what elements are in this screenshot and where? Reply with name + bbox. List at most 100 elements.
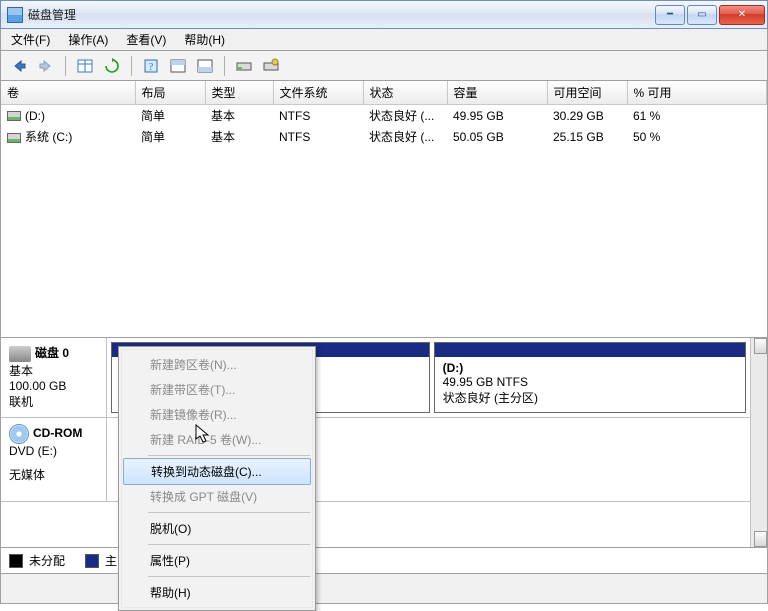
vol-status: 状态良好 (... (363, 126, 447, 147)
drive-icon (7, 133, 21, 143)
title-bar: 磁盘管理 ━ ▭ ✕ (0, 0, 768, 29)
toolbar-table-button[interactable] (73, 54, 97, 78)
disk-legend-0[interactable]: 磁盘 0 基本 100.00 GB 联机 (1, 338, 107, 417)
cm-help[interactable]: 帮助(H) (122, 580, 312, 605)
col-capacity[interactable]: 容量 (447, 81, 547, 105)
window-title: 磁盘管理 (28, 6, 76, 23)
forward-arrow-icon (38, 58, 54, 74)
vol-layout: 简单 (135, 126, 205, 147)
forward-button[interactable] (34, 54, 58, 78)
toolbar: ? (0, 51, 768, 81)
toolbar-refresh-button[interactable] (100, 54, 124, 78)
cm-new-stripe[interactable]: 新建带区卷(T)... (122, 377, 312, 402)
menu-file[interactable]: 文件(F) (5, 29, 56, 50)
cm-properties[interactable]: 属性(P) (122, 548, 312, 573)
graphical-view: 磁盘 0 基本 100.00 GB 联机 (D:) 49.95 GB NTFS … (0, 338, 768, 548)
cdrom-name: CD-ROM (33, 426, 82, 440)
scrollbar[interactable] (750, 338, 767, 547)
cm-offline[interactable]: 脱机(O) (122, 516, 312, 541)
context-menu: 新建跨区卷(N)... 新建带区卷(T)... 新建镜像卷(R)... 新建 R… (118, 346, 316, 611)
menu-help[interactable]: 帮助(H) (178, 29, 231, 50)
cm-new-raid5[interactable]: 新建 RAID-5 卷(W)... (122, 427, 312, 452)
legend-bar: 未分配 主 (0, 548, 768, 574)
menu-view[interactable]: 查看(V) (120, 29, 172, 50)
vol-fs: NTFS (273, 105, 363, 127)
partition-size: 49.95 GB NTFS (443, 375, 737, 389)
volume-list: 卷 布局 类型 文件系统 状态 容量 可用空间 % 可用 (D:) 简单 基本 … (0, 81, 768, 338)
disk-icon (236, 58, 252, 74)
close-button[interactable]: ✕ (719, 5, 765, 25)
col-fs[interactable]: 文件系统 (273, 81, 363, 105)
cm-separator (148, 576, 310, 577)
vol-type: 基本 (205, 126, 273, 147)
legend-primary-label: 主 (105, 552, 117, 569)
layout-bottom-icon (197, 58, 213, 74)
vol-capacity: 50.05 GB (447, 126, 547, 147)
cdrom-drive: DVD (E:) (9, 444, 98, 458)
legend-swatch-unalloc (9, 554, 23, 568)
cdrom-state: 无媒体 (9, 466, 98, 483)
vol-pct: 50 % (627, 126, 767, 147)
refresh-icon (104, 58, 120, 74)
vol-name: 系统 (C:) (25, 130, 72, 144)
toolbar-layout-top-button[interactable] (166, 54, 190, 78)
disk-size: 100.00 GB (9, 379, 98, 393)
vol-name: (D:) (25, 109, 45, 123)
vol-status: 状态良好 (... (363, 105, 447, 127)
col-layout[interactable]: 布局 (135, 81, 205, 105)
back-arrow-icon (11, 58, 27, 74)
toolbar-separator (224, 56, 225, 76)
toolbar-separator (131, 56, 132, 76)
cm-new-span[interactable]: 新建跨区卷(N)... (122, 352, 312, 377)
table-icon (77, 58, 93, 74)
help-icon: ? (143, 58, 159, 74)
col-free[interactable]: 可用空间 (547, 81, 627, 105)
partition-header (435, 343, 745, 357)
col-volume[interactable]: 卷 (1, 81, 135, 105)
toolbar-layout-bottom-button[interactable] (193, 54, 217, 78)
cm-separator (148, 544, 310, 545)
disk-row-cdrom: CD-ROM DVD (E:) 无媒体 (1, 418, 750, 502)
cm-convert-dynamic[interactable]: 转换到动态磁盘(C)... (123, 458, 311, 485)
disk-state: 联机 (9, 393, 98, 410)
vol-pct: 61 % (627, 105, 767, 127)
col-pct[interactable]: % 可用 (627, 81, 767, 105)
window-controls: ━ ▭ ✕ (655, 5, 765, 25)
cdrom-icon (9, 424, 29, 444)
status-bar (0, 574, 768, 604)
settings-icon (263, 58, 279, 74)
disk-hdd-icon (9, 346, 31, 362)
toolbar-separator (65, 56, 66, 76)
disk-legend-cdrom[interactable]: CD-ROM DVD (E:) 无媒体 (1, 418, 107, 501)
vol-type: 基本 (205, 105, 273, 127)
partition-status: 状态良好 (主分区) (443, 389, 737, 406)
table-row[interactable]: 系统 (C:) 简单 基本 NTFS 状态良好 (... 50.05 GB 25… (1, 126, 767, 147)
col-type[interactable]: 类型 (205, 81, 273, 105)
cm-new-mirror[interactable]: 新建镜像卷(R)... (122, 402, 312, 427)
col-status[interactable]: 状态 (363, 81, 447, 105)
toolbar-disk-button[interactable] (232, 54, 256, 78)
disk-row-0: 磁盘 0 基本 100.00 GB 联机 (D:) 49.95 GB NTFS … (1, 338, 750, 418)
maximize-button[interactable]: ▭ (687, 5, 717, 25)
cm-convert-gpt[interactable]: 转换成 GPT 磁盘(V) (122, 484, 312, 509)
partition-d[interactable]: (D:) 49.95 GB NTFS 状态良好 (主分区) (434, 342, 746, 413)
drive-icon (7, 111, 21, 121)
svg-text:?: ? (149, 62, 154, 73)
vol-layout: 简单 (135, 105, 205, 127)
table-row[interactable]: (D:) 简单 基本 NTFS 状态良好 (... 49.95 GB 30.29… (1, 105, 767, 127)
legend-unalloc-label: 未分配 (29, 552, 65, 569)
cm-separator (148, 455, 310, 456)
legend-swatch-primary (85, 554, 99, 568)
minimize-button[interactable]: ━ (655, 5, 685, 25)
menu-action[interactable]: 操作(A) (62, 29, 114, 50)
disk-name: 磁盘 0 (35, 346, 69, 360)
back-button[interactable] (7, 54, 31, 78)
menu-bar: 文件(F) 操作(A) 查看(V) 帮助(H) (0, 29, 768, 51)
volume-table: 卷 布局 类型 文件系统 状态 容量 可用空间 % 可用 (D:) 简单 基本 … (1, 81, 767, 147)
toolbar-settings-button[interactable] (259, 54, 283, 78)
partition-name: (D:) (443, 361, 737, 375)
vol-fs: NTFS (273, 126, 363, 147)
vol-free: 25.15 GB (547, 126, 627, 147)
toolbar-help-button[interactable]: ? (139, 54, 163, 78)
cm-separator (148, 512, 310, 513)
